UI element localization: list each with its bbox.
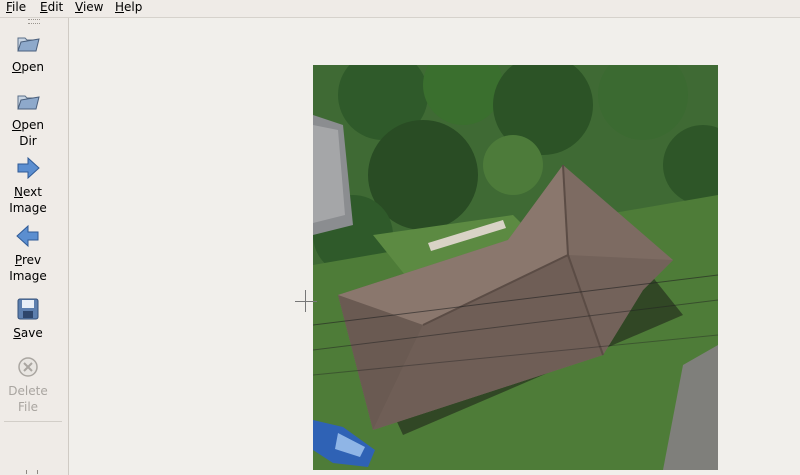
arrow-right-icon (17, 156, 40, 180)
prev-image-button[interactable]: Prev Image (0, 223, 56, 284)
arrow-left-icon (16, 224, 39, 248)
menu-view-accel: V (75, 0, 83, 14)
next-image-button[interactable]: Next Image (0, 155, 56, 216)
save-label: Save (13, 326, 43, 340)
cursor-crosshair (295, 301, 317, 302)
menu-bar: File Edit View Help (0, 0, 800, 18)
open-label: Open (11, 60, 45, 74)
menu-file-label: ile (12, 0, 27, 14)
delete-icon (18, 357, 38, 377)
toolbar-grip[interactable] (28, 19, 40, 24)
next-image-label: Next Image (9, 185, 47, 215)
folder-open-icon (17, 37, 40, 52)
folder-open-icon (17, 95, 40, 110)
menu-edit-accel: E (40, 0, 48, 14)
menu-help-accel: H (115, 0, 125, 14)
tool-bar: Open OpenDir NextImage PrevImage Save (0, 18, 69, 475)
menu-file[interactable]: File (6, 0, 26, 16)
prev-image-label: Prev Image (9, 253, 47, 283)
cursor-crosshair (305, 290, 306, 312)
open-dir-button[interactable]: Open Dir (0, 88, 56, 149)
floppy-disk-icon (17, 298, 39, 320)
toolbar-bottom-grip[interactable] (26, 470, 38, 474)
delete-file-label: Delete File (8, 384, 48, 414)
menu-help[interactable]: Help (115, 0, 142, 16)
menu-view[interactable]: View (75, 0, 103, 16)
menu-view-label: iew (82, 0, 104, 14)
menu-edit[interactable]: Edit (40, 0, 63, 16)
aerial-photo-graphic (313, 65, 718, 470)
toolbar-separator (4, 421, 62, 422)
menu-edit-label: dit (47, 0, 64, 14)
image-canvas[interactable] (69, 18, 800, 475)
delete-file-button[interactable]: Delete File (0, 354, 56, 415)
aerial-image[interactable] (313, 65, 718, 470)
open-dir-label: Open Dir (11, 118, 45, 148)
menu-help-label: elp (124, 0, 143, 14)
save-button[interactable]: Save (0, 296, 56, 341)
open-button[interactable]: Open (0, 30, 56, 75)
